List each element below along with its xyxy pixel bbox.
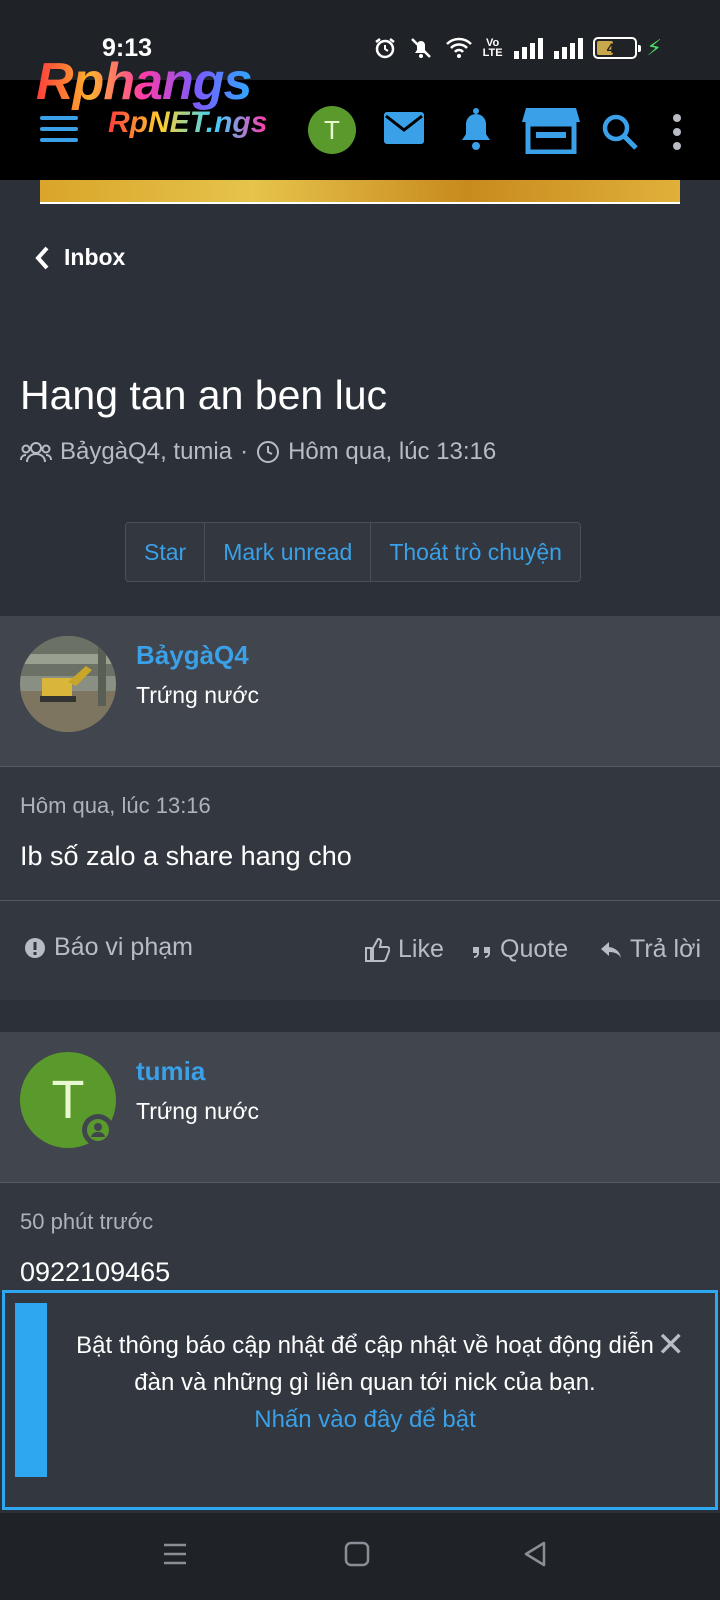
like-label: Like: [398, 935, 444, 963]
store-icon[interactable]: [522, 104, 580, 154]
alarm-icon: [374, 38, 395, 59]
battery-level: 43: [606, 40, 623, 56]
system-nav-bar: [0, 1513, 720, 1600]
like-button[interactable]: Like: [364, 935, 444, 964]
push-notification-notice: Bật thông báo cập nhật để cập nhật về ho…: [2, 1290, 718, 1510]
leave-conversation-button[interactable]: Thoát trò chuyện: [371, 523, 580, 581]
quote-icon: [473, 946, 490, 958]
report-button[interactable]: Báo vi phạm: [24, 933, 193, 962]
quote-label: Quote: [500, 935, 569, 963]
volte-indicator: Vo LTE: [482, 37, 503, 59]
conversation-time: Hôm qua, lúc 13:16: [288, 438, 497, 465]
message-body: 50 phút trước 0922109465: [0, 1182, 720, 1292]
wifi-icon: [445, 37, 472, 58]
site-logo-small[interactable]: RpNET.ngs: [108, 106, 267, 140]
back-link[interactable]: Inbox: [34, 244, 125, 271]
signal-icon: [513, 38, 543, 59]
mail-icon[interactable]: [382, 110, 426, 146]
site-logo[interactable]: Rphangs: [36, 52, 252, 112]
conversation-meta: BảygàQ4, tumia · Hôm qua, lúc 13:16: [20, 438, 496, 466]
report-label: Báo vi phạm: [54, 933, 193, 961]
enable-notifications-link[interactable]: Nhấn vào đây để bật: [254, 1406, 476, 1433]
conversation-title: Hang tan an ben luc: [20, 372, 387, 418]
message-text: 0922109465: [20, 1257, 171, 1287]
reply-icon: [601, 941, 621, 958]
message-header: T tumia Trứng nước: [0, 1032, 720, 1182]
avatar[interactable]: [20, 636, 116, 732]
menu-icon[interactable]: [40, 116, 78, 144]
mark-unread-button[interactable]: Mark unread: [205, 523, 372, 581]
user-title: Trứng nước: [136, 1098, 259, 1124]
message-actions: Báo vi phạm Like Quote Trả lời: [0, 900, 720, 1000]
message: BảygàQ4 Trứng nước Hôm qua, lúc 13:16 Ib…: [0, 616, 720, 1000]
message-text: Ib số zalo a share hang cho: [20, 841, 352, 871]
message-body: Hôm qua, lúc 13:16 Ib số zalo a share ha…: [0, 766, 720, 900]
back-label: Inbox: [64, 244, 126, 270]
username[interactable]: BảygàQ4: [136, 640, 249, 671]
reply-label: Trả lời: [630, 935, 702, 963]
username[interactable]: tumia: [136, 1056, 205, 1087]
more-vert-icon[interactable]: [670, 112, 684, 152]
ad-banner[interactable]: [40, 180, 680, 204]
user-avatar[interactable]: T: [308, 106, 356, 154]
user-title: Trứng nước: [136, 682, 259, 708]
notice-text: Bật thông báo cập nhật để cập nhật về ho…: [65, 1327, 665, 1438]
notice-accent-bar: [15, 1303, 47, 1477]
alert-icon: [25, 937, 45, 958]
status-icons: Vo LTE 43 ⚡: [373, 34, 662, 62]
online-badge-icon: [82, 1114, 114, 1146]
message: T tumia Trứng nước 50 phút trước 0922109…: [0, 1032, 720, 1292]
back-icon[interactable]: [522, 1541, 548, 1567]
recents-icon[interactable]: [162, 1541, 188, 1567]
message-time[interactable]: Hôm qua, lúc 13:16: [20, 793, 211, 819]
charging-icon: ⚡: [646, 35, 662, 60]
message-header: BảygàQ4 Trứng nước: [0, 616, 720, 766]
close-icon[interactable]: ✕: [657, 1325, 686, 1365]
clock-icon: [257, 441, 280, 463]
quote-button[interactable]: Quote: [472, 935, 568, 964]
conversation-actions: Star Mark unread Thoát trò chuyện: [125, 522, 581, 582]
thumbs-up-icon: [365, 937, 390, 962]
avatar[interactable]: T: [20, 1052, 116, 1148]
star-button[interactable]: Star: [126, 523, 206, 581]
signal-icon: [553, 38, 583, 59]
chevron-left-icon: [35, 246, 49, 269]
meta-separator: ·: [240, 438, 249, 465]
participants[interactable]: BảygàQ4, tumia: [60, 438, 232, 466]
notice-message: Bật thông báo cập nhật để cập nhật về ho…: [76, 1332, 654, 1396]
battery-icon: 43: [592, 37, 641, 59]
users-icon: [20, 442, 52, 463]
message-time[interactable]: 50 phút trước: [20, 1209, 153, 1235]
reply-button[interactable]: Trả lời: [600, 935, 701, 964]
mute-bell-icon: [410, 38, 431, 58]
search-icon[interactable]: [600, 112, 640, 152]
page: 9:13 Vo LTE 43 ⚡ Rphangs RpNET.ngs T Inbo…: [0, 0, 720, 1600]
home-icon[interactable]: [344, 1541, 370, 1567]
bell-icon[interactable]: [456, 106, 496, 152]
